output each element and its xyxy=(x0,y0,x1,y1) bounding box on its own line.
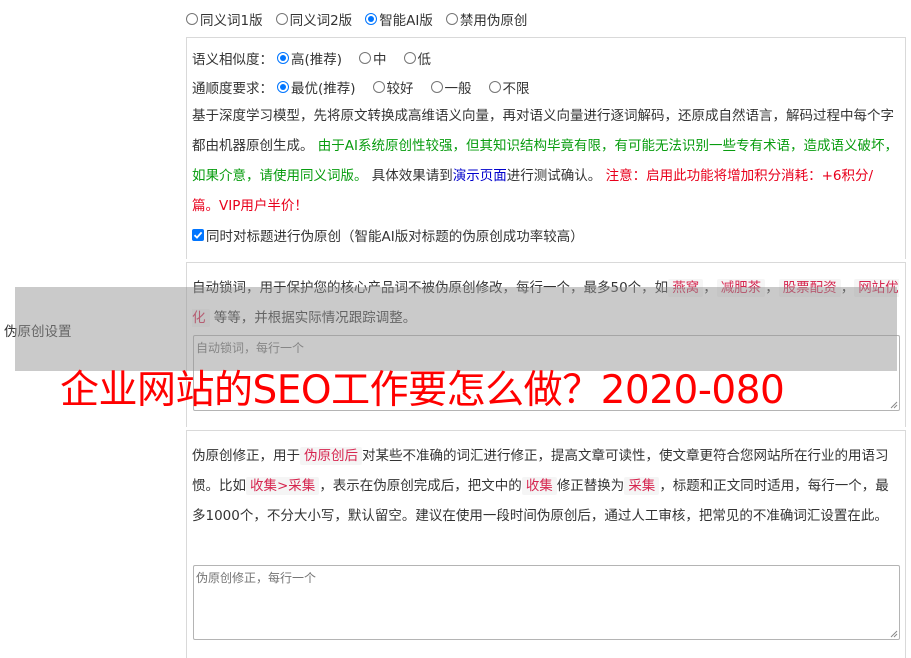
rewrite-settings-label: 伪原创设置 xyxy=(4,324,72,340)
radio-icon[interactable] xyxy=(186,13,198,25)
demo-page-link[interactable]: 演示页面 xyxy=(453,168,507,184)
fluency-row: 通顺度要求： 最优(推荐) 较好 一般 不限 xyxy=(192,72,900,101)
resize-grip-icon[interactable] xyxy=(889,400,898,409)
correction-chip: 收集>采集 xyxy=(246,477,320,495)
correction-chip: 伪原创后 xyxy=(300,447,362,465)
version-option-disable[interactable]: 禁用伪原创 xyxy=(445,9,527,29)
radio-icon[interactable] xyxy=(403,51,416,64)
correction-panel: 伪原创修正，用于 伪原创后 对某些不准确的词汇进行修正，提高文章可读性，使文章更符合… xyxy=(186,430,906,658)
title-rewrite-label: 同时对标题进行伪原创（智能AI版对标题的伪原创成功率较高） xyxy=(206,229,584,245)
ai-settings-panel: 语义相似度： 高(推荐) 中 低 通顺度要求： 最优(推荐) 较好 一般 不限 … xyxy=(186,37,906,259)
version-option-synonym-2[interactable]: 同义词2版 xyxy=(275,9,352,29)
similarity-row: 语义相似度： 高(推荐) 中 低 xyxy=(192,43,900,72)
lock-words-description: 自动锁词，用于保护您的核心产品词不被伪原创修改，每行一个，最多50个，如 燕窝，减… xyxy=(192,279,899,327)
radio-selected-icon[interactable] xyxy=(277,80,289,93)
lock-words-textarea[interactable]: 自动锁词，每行一个 xyxy=(193,335,900,411)
fluency-best[interactable]: 最优(推荐) xyxy=(277,77,356,97)
radio-icon[interactable] xyxy=(488,80,501,93)
radio-icon[interactable] xyxy=(430,80,443,93)
fluency-label: 通顺度要求： xyxy=(192,80,273,97)
ai-description: 基于深度学习模型，先将原文转换成高维语义向量，再对语义向量进行逐词解码，还原成自… xyxy=(192,108,899,214)
correction-chip: 收集 xyxy=(521,477,557,495)
fluency-normal[interactable]: 一般 xyxy=(430,77,472,97)
example-word-chip: 股票配资 xyxy=(778,279,841,297)
correction-chip: 采集 xyxy=(624,477,660,495)
similarity-label: 语义相似度： xyxy=(192,51,273,68)
radio-selected-icon[interactable] xyxy=(277,51,289,64)
version-option-ai[interactable]: 智能AI版 xyxy=(365,9,433,29)
correction-placeholder: 伪原创修正，每行一个 xyxy=(196,571,317,585)
fluency-good[interactable]: 较好 xyxy=(372,77,414,97)
version-radio-group: 同义词1版 同义词2版 智能AI版 禁用伪原创 xyxy=(186,9,540,29)
radio-icon[interactable] xyxy=(275,13,288,25)
radio-icon[interactable] xyxy=(372,80,385,93)
correction-textarea[interactable]: 伪原创修正，每行一个 xyxy=(193,565,900,640)
radio-selected-icon[interactable] xyxy=(365,13,378,25)
example-word-chip: 燕窝 xyxy=(668,279,704,297)
similarity-medium[interactable]: 中 xyxy=(359,48,387,68)
fluency-any[interactable]: 不限 xyxy=(488,77,530,97)
version-option-synonym-1[interactable]: 同义词1版 xyxy=(186,9,263,29)
example-word-chip: 减肥茶 xyxy=(716,279,766,297)
title-rewrite-checkbox-row[interactable]: 同时对标题进行伪原创（智能AI版对标题的伪原创成功率较高） xyxy=(192,221,900,249)
lock-words-placeholder: 自动锁词，每行一个 xyxy=(196,341,305,355)
similarity-high[interactable]: 高(推荐) xyxy=(277,48,342,68)
radio-icon[interactable] xyxy=(445,13,458,25)
lock-words-panel: 自动锁词，用于保护您的核心产品词不被伪原创修改，每行一个，最多50个，如 燕窝，减… xyxy=(186,262,906,427)
correction-description: 伪原创修正，用于 伪原创后 对某些不准确的词汇进行修正，提高文章可读性，使文章更符合… xyxy=(192,447,889,524)
resize-grip-icon[interactable] xyxy=(889,629,898,638)
checkbox-checked-icon[interactable] xyxy=(192,229,204,241)
radio-icon[interactable] xyxy=(359,51,372,64)
similarity-low[interactable]: 低 xyxy=(403,48,431,68)
